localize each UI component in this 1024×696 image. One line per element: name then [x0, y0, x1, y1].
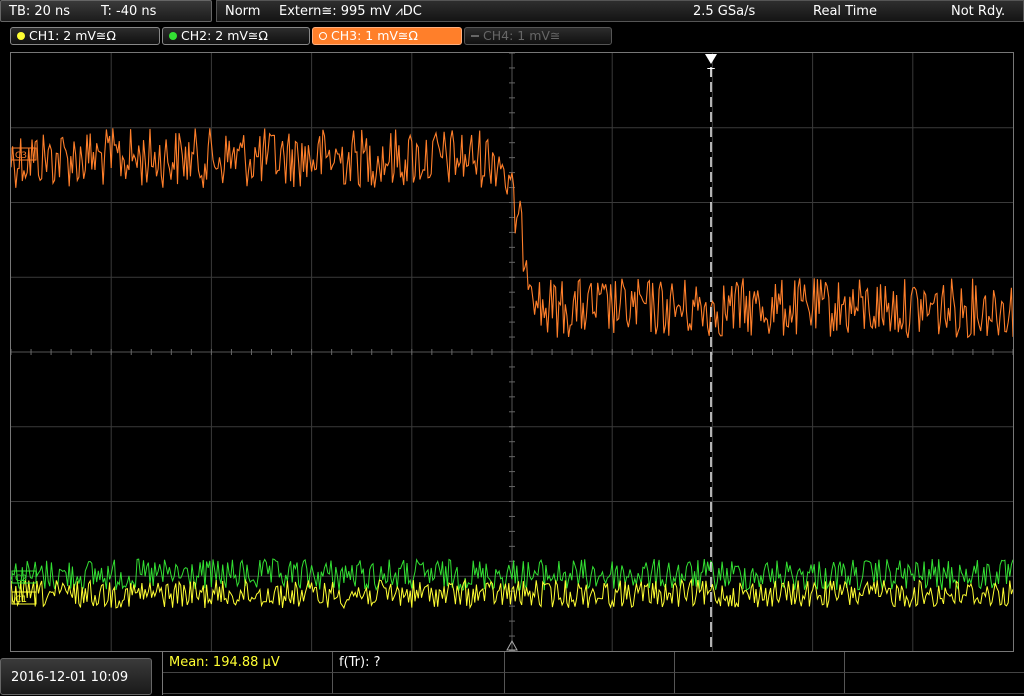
status-label: Not Rdy. [951, 4, 1006, 19]
channel-tabs: CH1: 2 mV≅Ω CH2: 2 mV≅Ω CH3: 1 mV≅Ω CH4:… [0, 24, 1024, 48]
ch3-label: CH3: 1 mV≅Ω [331, 28, 418, 43]
tab-ch3[interactable]: CH3: 1 mV≅Ω [312, 27, 462, 45]
timebase-panel[interactable]: TB: 20 ns T: -40 ns [0, 0, 212, 22]
waveform-display[interactable]: T C3 C2 C1 [10, 52, 1014, 652]
ch4-off-icon [471, 35, 479, 37]
measurement-slot-4 [675, 652, 845, 673]
tab-ch4[interactable]: CH4: 1 mV≅ [464, 27, 612, 45]
trigger-offset-label: T: -40 ns [101, 4, 157, 19]
measurement-slot-3 [505, 652, 675, 673]
acq-type-label: Real Time [813, 4, 877, 19]
acquisition-status-bar[interactable]: Norm Extern≅: 995 mV ⩘DC 2.5 GSa/s Real … [216, 0, 1024, 22]
measurement-slot-7 [333, 673, 505, 694]
measurement-slot-8 [505, 673, 675, 694]
timebase-label: TB: 20 ns [9, 4, 71, 19]
ch3-marker-label: C3 [15, 151, 27, 161]
ch4-label: CH4: 1 mV≅ [483, 28, 561, 43]
measurement-slot-10 [845, 673, 1024, 694]
tab-ch2[interactable]: CH2: 2 mV≅Ω [162, 27, 310, 45]
ch3-dot-icon [319, 32, 327, 40]
ftr-measurement: f(Tr): ? [333, 652, 505, 673]
trigger-info-label: Extern≅: 995 mV ⩘DC [279, 4, 422, 19]
trigger-arrow-icon [705, 54, 717, 64]
measurement-slot-6 [163, 673, 333, 694]
trigger-marker-label: T [706, 66, 715, 80]
ch1-label: CH1: 2 mV≅Ω [29, 28, 116, 43]
measurement-slot-9 [675, 673, 845, 694]
mean-measurement: Mean: 194.88 µV [163, 652, 333, 673]
top-bar: TB: 20 ns T: -40 ns Norm Extern≅: 995 mV… [0, 0, 1024, 24]
bottom-bar: 2016-12-01 10:09 Mean: 194.88 µV f(Tr): … [0, 652, 1024, 695]
ch1-marker-label: C1 [15, 595, 27, 605]
sample-rate-label: 2.5 GSa/s [693, 4, 756, 19]
ch2-marker-label: C2 [15, 574, 27, 584]
tab-ch1[interactable]: CH1: 2 mV≅Ω [10, 27, 160, 45]
measurement-slot-5 [845, 652, 1024, 673]
ch2-dot-icon [169, 32, 177, 40]
ch2-label: CH2: 2 mV≅Ω [181, 28, 268, 43]
waveform-svg: T C3 C2 C1 [11, 53, 1013, 651]
ch1-dot-icon [17, 32, 25, 40]
datetime-label: 2016-12-01 10:09 [11, 670, 129, 685]
datetime-panel[interactable]: 2016-12-01 10:09 [0, 658, 152, 695]
measurement-panel[interactable]: Mean: 194.88 µV f(Tr): ? [162, 652, 1024, 695]
acq-mode-label: Norm [225, 4, 261, 19]
